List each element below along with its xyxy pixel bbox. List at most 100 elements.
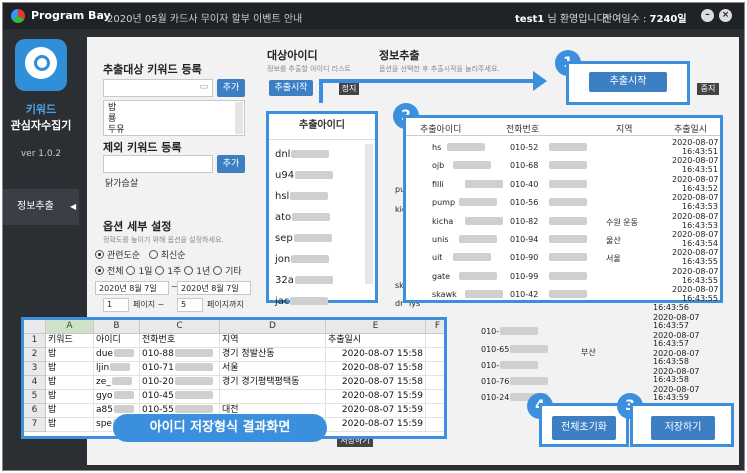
sheet-cell[interactable]: 010-71 (140, 362, 220, 376)
sheet-cell[interactable]: 밥 (46, 376, 94, 390)
event-notice-link[interactable]: 2020년 05월 카드사 무이자 할부 이벤트 안내 (107, 10, 302, 25)
sheet-cell-text: ljin (96, 363, 110, 373)
sidebar-item-info-extract[interactable]: 정보추출 ◀ (3, 189, 79, 225)
sheet-cell[interactable]: 경기 정발산동 (220, 348, 326, 362)
keyword-input[interactable]: ▭ (103, 79, 213, 97)
sort-relevance-radio[interactable]: 관련도순 (95, 250, 140, 261)
table-row[interactable]: skawk 010-42 2020-08-07 16:43:55 (406, 285, 720, 305)
table-row[interactable]: gate 010-99 2020-08-07 16:43:55 (406, 267, 720, 287)
sheet-cell[interactable]: 밥 (46, 390, 94, 404)
extract-time: 16:43:54 (682, 239, 718, 248)
list-item[interactable]: sep (275, 228, 333, 249)
sort-latest-radio[interactable]: 최신순 (148, 250, 186, 261)
welcome-suffix: 님 환영입니다! (547, 14, 610, 25)
sheet-cell[interactable]: 2020-08-07 15:58 (326, 362, 426, 376)
sheet-cell[interactable]: 010-20 (140, 376, 220, 390)
sheet-cell[interactable]: 2020-08-07 15:58 (326, 348, 426, 362)
table-row[interactable]: unis 010-94 울산 2020-08-07 16:43:54 (406, 230, 720, 250)
save-button[interactable]: 저장하기 (651, 416, 715, 440)
redacted-mask (113, 349, 134, 357)
extract-start-button[interactable]: 추출시작 (589, 72, 667, 92)
table-row[interactable]: kicha 010-82 수원 운동 2020-08-07 16:43:53 (406, 212, 720, 232)
sheet-cell[interactable] (220, 390, 326, 404)
list-item[interactable]: dnl (275, 144, 333, 165)
close-button[interactable]: × (719, 9, 732, 22)
sheet-cell[interactable] (426, 418, 444, 432)
table-row[interactable]: hs 010-52 2020-08-07 16:43:51 (406, 138, 720, 158)
sheet-cell[interactable] (426, 390, 444, 404)
sheet-cell[interactable] (426, 362, 444, 376)
page-to-input[interactable]: 5 (177, 298, 203, 312)
table-row[interactable]: ojb 010-68 2020-08-07 16:43:51 (406, 156, 720, 176)
list-item[interactable]: 밥 (108, 103, 240, 114)
table-cell-datetime: 2020-08-07 16:43:52 (672, 175, 719, 193)
table-row[interactable]: filli 010-40 2020-08-07 16:43:52 (406, 175, 720, 195)
sheet-cell[interactable] (426, 404, 444, 418)
extract-time: 16:43:51 (682, 165, 718, 175)
period-1year-radio[interactable]: 1년 (184, 266, 210, 277)
sheet-cell-text: 전화번호 (142, 335, 176, 345)
sheet-cell[interactable]: 경기 경기평택평택동 (220, 376, 326, 390)
list-item[interactable]: 32a (275, 270, 333, 291)
sheet-cell[interactable]: 밥 (46, 404, 94, 418)
target-start-button[interactable]: 추출시작 (269, 80, 313, 96)
keyword-add-button[interactable]: 추가 (217, 79, 245, 97)
sheet-cell[interactable]: 010-88 (140, 348, 220, 362)
extract-date: 2020-08-07 (672, 230, 719, 239)
sheet-col-header: A (46, 320, 94, 334)
sheet-corner (24, 320, 46, 334)
results-table-header: 추출아이디 전화번호 지역 추출일시 (406, 118, 720, 136)
minimize-button[interactable]: – (701, 9, 714, 22)
table-row[interactable]: uit 010-90 서울 2020-08-07 16:43:55 (406, 248, 720, 268)
sheet-cell[interactable]: due (94, 348, 140, 362)
sheet-cell[interactable]: 지역 (220, 334, 326, 348)
sheet-cell[interactable]: gyo (94, 390, 140, 404)
period-all-radio[interactable]: 전체 (95, 266, 124, 277)
page-from-input[interactable]: 1 (103, 298, 129, 312)
sheet-cell[interactable]: 추출일시 (326, 334, 426, 348)
info-stop-button[interactable]: 중지 (697, 83, 719, 95)
date-from-picker[interactable]: 2020년 8월 7일 (95, 281, 169, 295)
sheet-cell[interactable]: 서울 (220, 362, 326, 376)
exclude-keyword-input[interactable] (103, 155, 213, 173)
period-1day-radio[interactable]: 1일 (126, 266, 152, 277)
sheet-cell[interactable]: 아이디 (94, 334, 140, 348)
target-ids-scrollbar[interactable] (365, 144, 373, 284)
sheet-cell[interactable] (426, 334, 444, 348)
list-item[interactable]: hsl (275, 186, 333, 207)
exclude-keyword-item[interactable]: 닭가슴살 (105, 176, 138, 189)
sheet-cell[interactable]: 밥 (46, 362, 94, 376)
sheet-cell[interactable] (426, 348, 444, 362)
sheet-cell[interactable]: 밥 (46, 418, 94, 432)
table-row[interactable]: pump 010-56 2020-08-07 16:43:53 (406, 193, 720, 213)
sheet-cell[interactable]: 밥 (46, 348, 94, 362)
date-to-picker[interactable]: 2020년 8월 7일 (177, 281, 251, 295)
period-other-radio[interactable]: 기타 (213, 266, 242, 277)
list-item[interactable]: jac (275, 291, 333, 312)
chevron-left-icon: ◀ (70, 202, 77, 211)
sheet-cell[interactable]: 010-45 (140, 390, 220, 404)
sheet-col-header: C (140, 320, 220, 334)
sheet-cell[interactable]: 2020-08-07 15:59 (326, 390, 426, 404)
sheet-cell[interactable]: ze_ (94, 376, 140, 390)
sheet-cell[interactable]: 2020-08-07 15:58 (326, 376, 426, 390)
sheet-cell[interactable]: 전화번호 (140, 334, 220, 348)
list-item[interactable]: ato (275, 207, 333, 228)
reset-all-button[interactable]: 전체초기화 (552, 416, 616, 440)
exclude-add-button[interactable]: 추가 (217, 155, 245, 173)
list-item[interactable]: 룡 (108, 114, 240, 125)
target-stop-button[interactable]: 정지 (339, 83, 359, 95)
sheet-cell[interactable]: 2020-08-07 15:59 (326, 418, 426, 432)
sheet-cell[interactable]: 키워드 (46, 334, 94, 348)
keyword-list-scrollbar[interactable] (235, 102, 243, 134)
sheet-cell[interactable] (426, 376, 444, 390)
period-1week-radio[interactable]: 1주 (155, 266, 181, 277)
sheet-cell[interactable]: ljin (94, 362, 140, 376)
list-item[interactable]: 두유 (108, 125, 240, 135)
app-search-icon (15, 39, 67, 91)
list-item[interactable]: u94 (275, 165, 334, 186)
table-cell: 부산 (581, 348, 596, 357)
extract-date: 2020-08-07 (672, 138, 719, 147)
sheet-cell[interactable]: 2020-08-07 15:59 (326, 404, 426, 418)
list-item[interactable]: jon (275, 249, 333, 270)
